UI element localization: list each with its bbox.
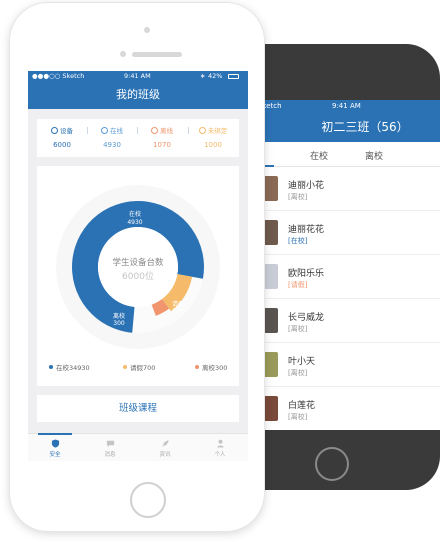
stat-unbound-label: 未绑定 bbox=[188, 125, 238, 135]
student-name: 白莲花 bbox=[288, 401, 316, 411]
online-icon bbox=[101, 127, 108, 134]
stat-offline-label: 离线 bbox=[137, 125, 187, 135]
back-phone-screen: Sketch 9:41 AM 初二三班（56） 在校 离校 迪丽小花 [离校] 迪丽… bbox=[254, 100, 440, 430]
tab-left-school[interactable]: 离校 bbox=[365, 149, 383, 162]
legend-dot bbox=[49, 365, 53, 369]
student-row[interactable]: 欧阳乐乐 [请假] bbox=[254, 255, 440, 299]
front-sensor bbox=[120, 51, 126, 57]
seg-label-leave-name: 请假 bbox=[172, 300, 184, 308]
legend-dot bbox=[123, 365, 127, 369]
student-row[interactable]: 长弓威龙 [离校] bbox=[254, 299, 440, 343]
seg-label-inschool-name: 在校 bbox=[129, 210, 141, 218]
student-name: 欧阳乐乐 bbox=[288, 269, 325, 279]
front-home-button[interactable] bbox=[130, 482, 166, 518]
front-phone-screen: ●●●○○ Sketch 9:41 AM ∗ 42% 我的班级 设备 6000 … bbox=[28, 71, 248, 461]
class-course-button[interactable]: 班级课程 bbox=[37, 395, 239, 422]
front-speaker bbox=[132, 52, 182, 57]
offline-icon bbox=[151, 127, 158, 134]
front-camera bbox=[144, 27, 150, 33]
stat-online-label: 在线 bbox=[87, 125, 137, 135]
student-status: [在校] bbox=[288, 237, 308, 245]
student-status: [请假] bbox=[288, 281, 308, 289]
unbound-icon bbox=[198, 127, 206, 134]
stat-online[interactable]: 在线 4930 bbox=[87, 125, 137, 149]
stat-unbound-value: 1000 bbox=[204, 141, 222, 149]
news-icon bbox=[161, 440, 169, 447]
back-time: 9:41 AM bbox=[332, 102, 361, 110]
back-page-title: 初二三班（56） bbox=[254, 112, 440, 142]
person-icon bbox=[216, 439, 224, 448]
student-status: [离校] bbox=[288, 325, 308, 333]
stat-devices[interactable]: 设备 6000 bbox=[37, 125, 87, 149]
tab-messages[interactable]: 消息 bbox=[96, 439, 124, 458]
student-list: 迪丽小花 [离校] 迪丽花花 [在校] 欧阳乐乐 [请假] 长弓威龙 [离校] 叶小天 [离校] 白… bbox=[254, 167, 440, 430]
shield-icon bbox=[51, 439, 59, 448]
student-name: 迪丽小花 bbox=[288, 181, 325, 191]
stat-unbound[interactable]: 未绑定 1000 bbox=[188, 125, 238, 149]
student-row[interactable]: 白莲花 [离校] bbox=[254, 387, 440, 430]
status-bar: ●●●○○ Sketch 9:41 AM ∗ 42% bbox=[28, 71, 248, 82]
legend-leave: 请假700 bbox=[123, 362, 155, 372]
student-status: [离校] bbox=[288, 193, 308, 201]
student-row[interactable]: 迪丽小花 [离校] bbox=[254, 167, 440, 211]
status-time: 9:41 AM bbox=[124, 72, 151, 80]
tab-in-school[interactable]: 在校 bbox=[310, 149, 328, 162]
student-name: 迪丽花花 bbox=[288, 225, 325, 235]
student-status: [离校] bbox=[288, 369, 308, 377]
student-row[interactable]: 迪丽花花 [在校] bbox=[254, 211, 440, 255]
stat-offline[interactable]: 离线 1070 bbox=[137, 125, 187, 149]
stat-devices-label: 设备 bbox=[37, 125, 87, 135]
chart-center-title: 学生设备台数 bbox=[112, 257, 164, 268]
battery-percent: 42% bbox=[208, 72, 223, 80]
student-name: 长弓威龙 bbox=[288, 313, 325, 323]
seg-label-left-name: 离校 bbox=[113, 312, 125, 320]
seg-label-left-value: 300 bbox=[113, 320, 125, 327]
bottom-tabbar: 安全 消息 资讯 个人 bbox=[28, 433, 248, 461]
student-status: [离校] bbox=[288, 413, 308, 421]
message-icon bbox=[106, 440, 114, 448]
battery-icon bbox=[228, 74, 239, 79]
student-row[interactable]: 叶小天 [离校] bbox=[254, 343, 440, 387]
device-icon bbox=[51, 127, 58, 134]
back-tabbar: 在校 离校 bbox=[254, 142, 440, 167]
device-chart-card: 学生设备台数 6000位 在校 4930 请假 770 离校 300 在校349… bbox=[37, 166, 239, 386]
donut-chart: 学生设备台数 6000位 在校 4930 请假 770 离校 300 bbox=[56, 185, 220, 349]
back-home-button[interactable] bbox=[315, 447, 349, 481]
page-title: 我的班级 bbox=[28, 82, 248, 109]
chart-center-value: 6000位 bbox=[122, 270, 154, 282]
stat-devices-value: 6000 bbox=[53, 141, 71, 149]
tab-news[interactable]: 资讯 bbox=[151, 439, 179, 458]
tab-safety[interactable]: 安全 bbox=[41, 439, 69, 458]
legend-inschool: 在校34930 bbox=[49, 362, 90, 372]
back-status-bar: Sketch 9:41 AM bbox=[254, 100, 440, 112]
stat-online-value: 4930 bbox=[103, 141, 121, 149]
bluetooth-icon: ∗ bbox=[200, 72, 206, 80]
legend-dot bbox=[195, 365, 199, 369]
seg-label-inschool-value: 4930 bbox=[127, 219, 142, 226]
legend-left: 离校300 bbox=[195, 362, 227, 372]
stat-offline-value: 1070 bbox=[153, 141, 171, 149]
device-stats-card: 设备 6000 在线 4930 离线 1070 未绑定 1000 bbox=[37, 119, 239, 157]
carrier-label: ●●●○○ Sketch bbox=[32, 72, 85, 80]
tab-profile[interactable]: 个人 bbox=[206, 439, 234, 458]
student-name: 叶小天 bbox=[288, 357, 316, 367]
seg-label-leave-value: 770 bbox=[172, 308, 184, 315]
tab-active-indicator bbox=[38, 433, 72, 435]
